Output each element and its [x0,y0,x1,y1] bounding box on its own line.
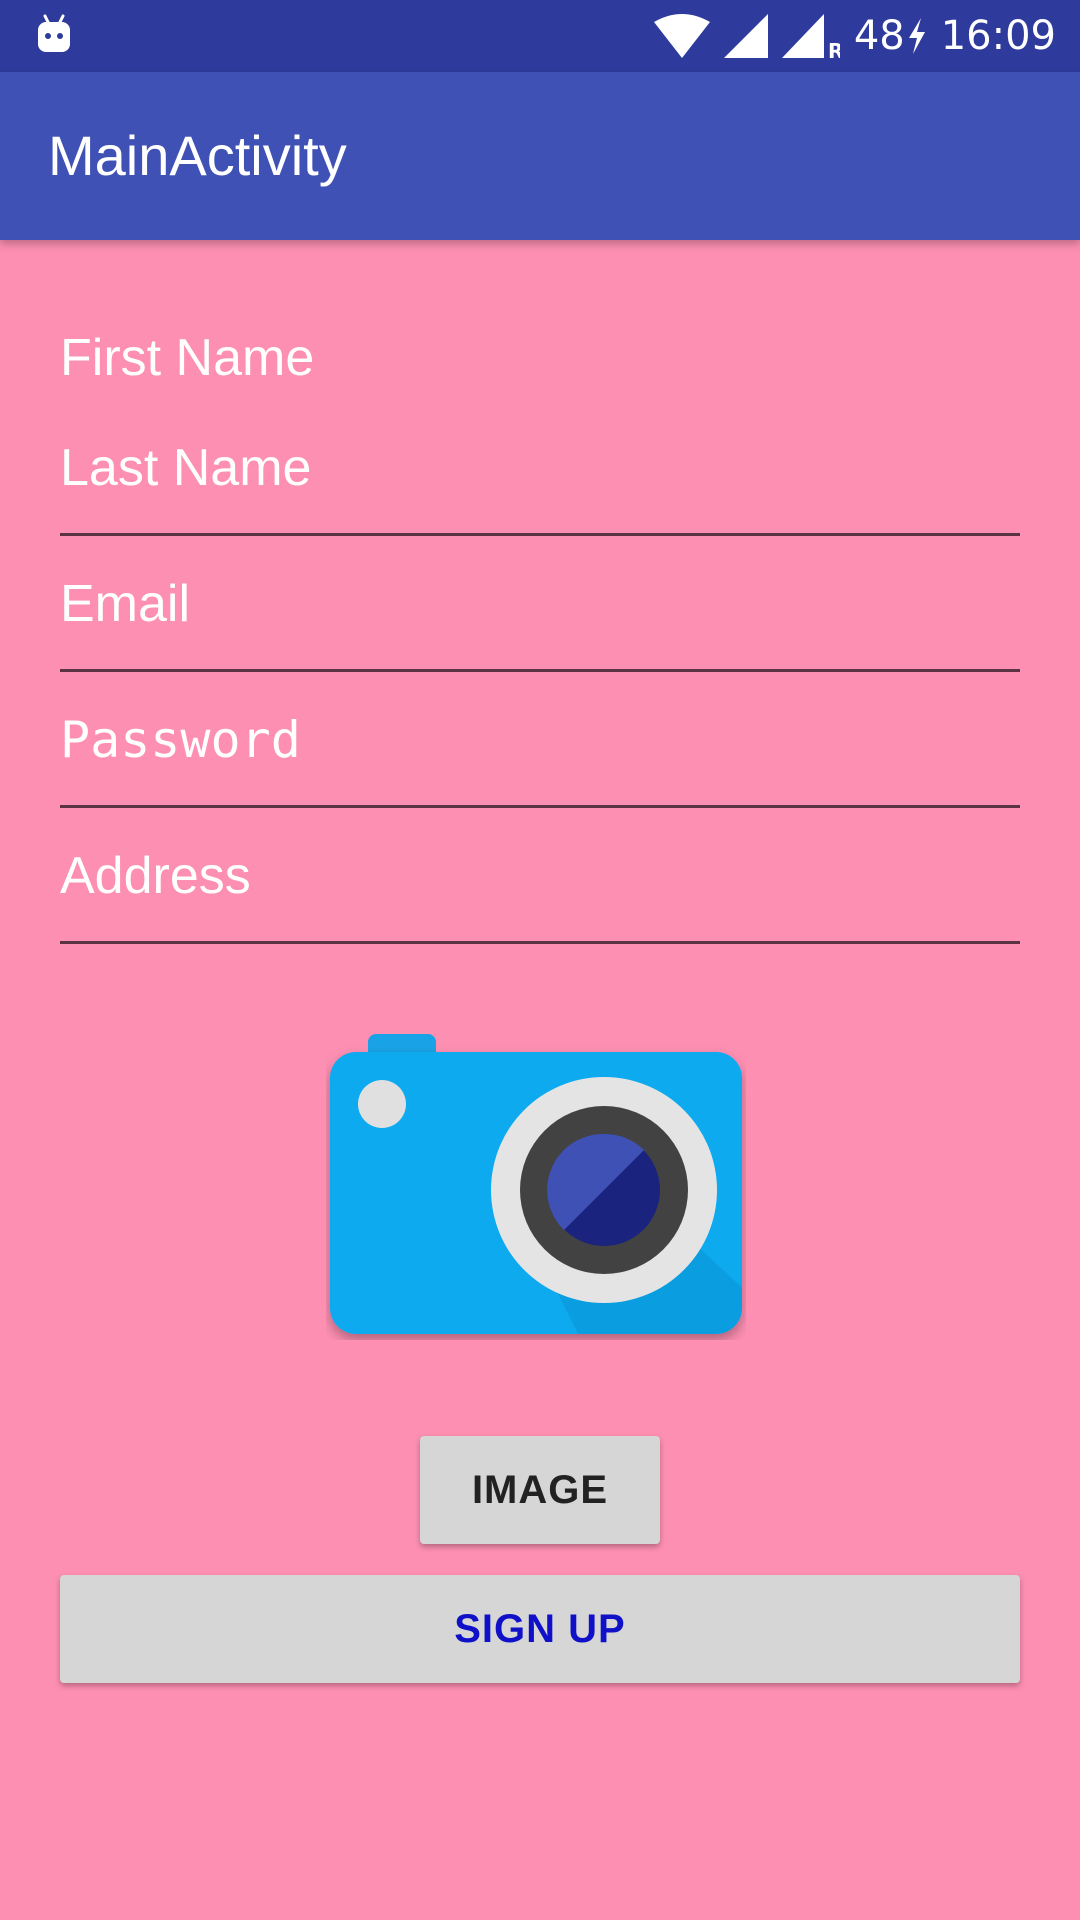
image-button[interactable]: IMAGE [420,1436,660,1544]
address-underline [60,941,1020,944]
battery-indicator: 48 [854,16,927,56]
status-icons: R 48 16:09 [653,0,1056,72]
last-name-underline [60,533,1020,536]
email-underline [60,669,1020,672]
charging-icon [908,18,925,54]
password-field[interactable] [60,676,1020,812]
last-name-input[interactable] [60,404,1020,532]
sign-up-button[interactable]: SIGN UP [60,1575,1020,1683]
svg-text:R: R [828,39,840,58]
page-title: MainActivity [48,124,347,187]
clock: 16:09 [940,13,1056,59]
battery-level: 48 [853,13,905,59]
camera-icon [330,1034,742,1334]
address-input[interactable] [60,812,1020,940]
email-input[interactable] [60,540,1020,668]
address-field[interactable] [60,812,1020,948]
first-name-input[interactable] [60,294,1020,422]
last-name-field[interactable] [60,404,1020,540]
email-field[interactable] [60,540,1020,676]
cell-signal-icon [723,14,768,58]
cell-signal-roaming-icon: R [781,14,840,58]
password-input[interactable] [60,676,1020,804]
password-underline [60,805,1020,808]
status-bar: R 48 16:09 [0,0,1080,72]
app-bar: MainActivity [0,72,1080,240]
wifi-icon [653,14,710,58]
android-notification-icon [38,14,70,52]
